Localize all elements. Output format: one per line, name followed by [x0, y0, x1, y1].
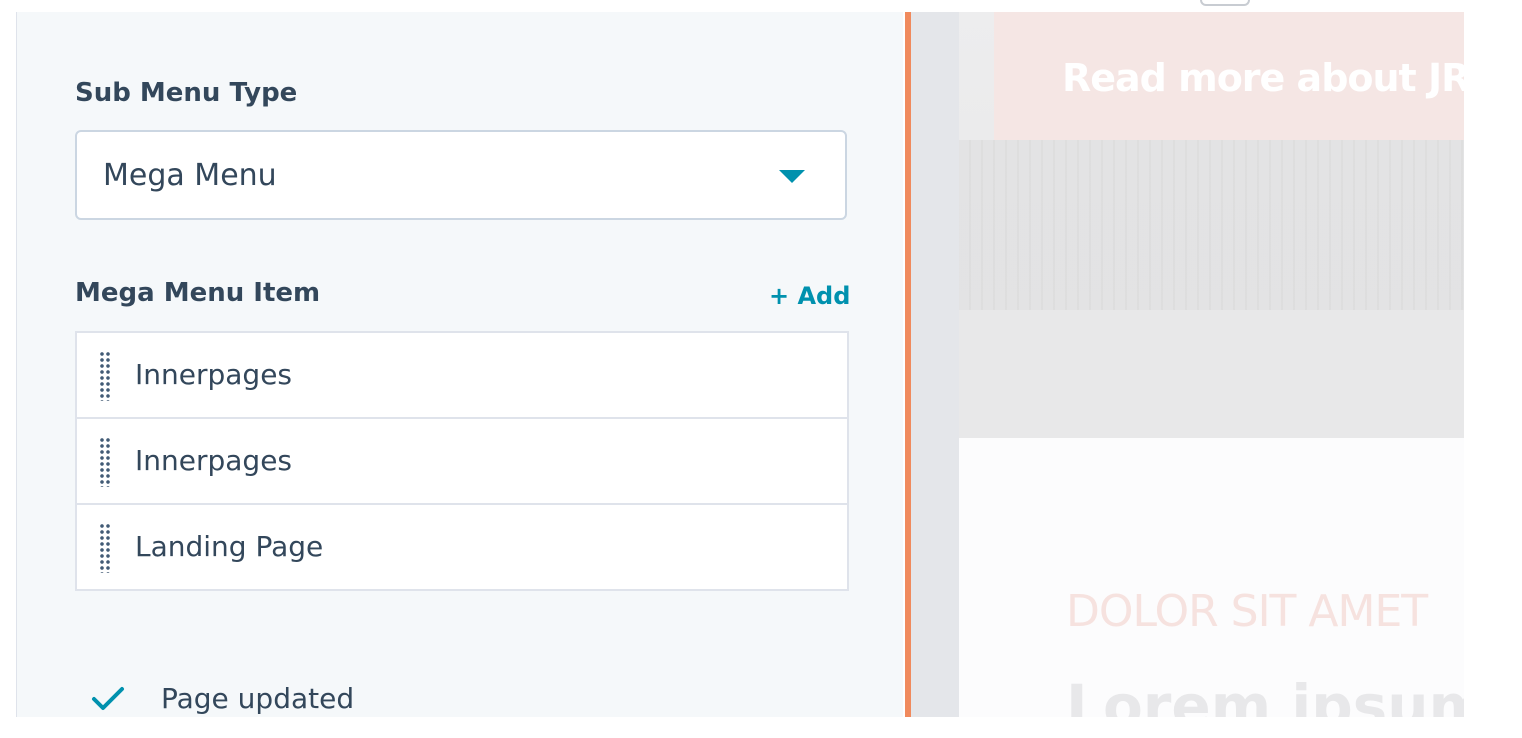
sub-menu-type-value: Mega Menu: [103, 158, 277, 193]
list-item[interactable]: Landing Page: [77, 503, 847, 589]
list-item[interactable]: Innerpages: [77, 333, 847, 417]
save-status-text: Page updated: [161, 682, 355, 715]
list-item-label: Landing Page: [135, 530, 324, 563]
add-mega-menu-item-button[interactable]: + Add: [769, 282, 850, 310]
list-item-label: Innerpages: [135, 358, 293, 391]
sub-menu-type-select[interactable]: Mega Menu: [75, 130, 847, 220]
editor-panel: Sub Menu Type Mega Menu Mega Menu Item +…: [16, 12, 903, 717]
drag-handle-icon[interactable]: [99, 351, 111, 401]
hero-image: [959, 140, 1464, 310]
hero-banner: Read more about JRC: [994, 12, 1464, 140]
drag-handle-icon[interactable]: [99, 437, 111, 487]
drag-handle-icon[interactable]: [99, 523, 111, 573]
preview-eyebrow-text: DOLOR SIT AMET: [1066, 586, 1428, 637]
list-item-label: Innerpages: [135, 444, 293, 477]
checkmark-icon: [91, 686, 125, 716]
sub-menu-type-label: Sub Menu Type: [75, 78, 298, 108]
caret-down-icon: [779, 170, 805, 183]
preview-heading-text: Lorem ipsum: [1066, 672, 1464, 717]
list-item[interactable]: Innerpages: [77, 417, 847, 503]
preview-gutter: [911, 12, 959, 717]
preview-hero: Read more about JRC: [959, 12, 1464, 438]
mega-menu-item-list: Innerpages Innerpages Landing Page: [75, 331, 849, 591]
hero-banner-text: Read more about JRC: [1062, 56, 1464, 100]
mega-menu-item-label: Mega Menu Item: [75, 278, 321, 308]
preview-top-tab: [1200, 0, 1250, 6]
hero-image-ground: [959, 310, 1464, 438]
